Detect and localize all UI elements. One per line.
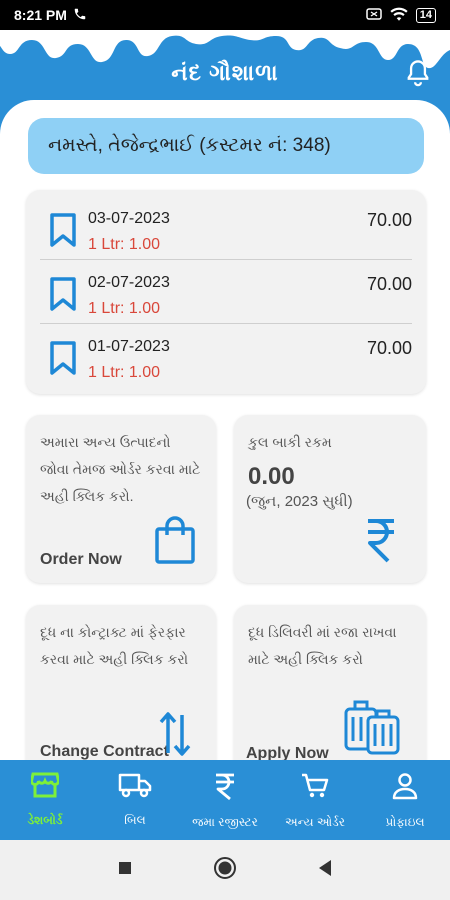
order-amount: 70.00 (366, 274, 412, 294)
cart-icon (300, 772, 330, 805)
change-contract-card[interactable]: દૂધ ના કોન્ટ્રાક્ટ માં ફેરફાર કરવા માટે … (26, 605, 216, 760)
rupee-icon (213, 772, 237, 805)
truck-icon (118, 772, 152, 803)
apply-leave-card[interactable]: દૂધ ડિલિવરી માં રજા રાખવા માટે અહી ક્લિક… (234, 605, 426, 760)
bookmark-icon (48, 212, 78, 253)
balance-card[interactable]: કુલ બાકી રકમ 0.00 (જુન, 2023 સુધી) (234, 415, 426, 583)
nav-other-orders[interactable]: અન્ય ઓર્ડર (270, 760, 360, 840)
nav-label: અન્ય ઓર્ડર (285, 815, 345, 829)
luggage-icon (342, 697, 404, 760)
nav-bill[interactable]: બિલ (90, 760, 180, 840)
status-time: 8:21 PM (14, 7, 67, 23)
wifi-icon (390, 7, 408, 24)
order-quantity: 1 Ltr: 1.00 (88, 364, 161, 381)
order-now-description: અમારા અન્ય ઉત્પાદનો જોવા તેમજ ઓર્ડર કરવા… (40, 434, 201, 504)
order-quantity: 1 Ltr: 1.00 (88, 236, 161, 253)
battery-indicator: 14 (415, 7, 436, 23)
order-date: 02-07-2023 (88, 274, 170, 291)
apply-now-button[interactable]: Apply Now (246, 745, 329, 760)
change-contract-button[interactable]: Change Contract (40, 743, 169, 760)
order-row[interactable]: 01-07-2023 1 Ltr: 1.00 70.00 (34, 324, 418, 388)
status-bar: 8:21 PM 14 (0, 0, 450, 30)
shopping-bag-icon (154, 515, 196, 570)
bookmark-icon (48, 340, 78, 381)
balance-period: (જુન, 2023 સુધી) (246, 493, 353, 510)
app-title: નંદ ગૌશાળા (171, 60, 279, 85)
sim-icon (366, 7, 382, 23)
person-icon (392, 772, 418, 805)
order-quantity: 1 Ltr: 1.00 (88, 300, 161, 317)
nav-profile[interactable]: પ્રોફાઇલ (360, 760, 450, 840)
system-navigation-bar (0, 840, 450, 900)
apply-leave-description: દૂધ ડિલિવરી માં રજા રાખવા માટે અહી ક્લિક… (248, 624, 397, 667)
recent-orders-card: 03-07-2023 1 Ltr: 1.00 70.00 02-07-2023 … (26, 190, 426, 394)
greeting-banner: નમસ્તે, તેજેન્દ્રભાઈ (કસ્ટમર નં: 348) (28, 118, 424, 174)
rupee-icon (364, 515, 398, 568)
nav-label: પ્રોફાઇલ (385, 815, 425, 829)
notification-bell-icon[interactable] (404, 58, 432, 93)
nav-label: જમા રજીસ્ટર (192, 815, 258, 829)
bookmark-icon (48, 276, 78, 317)
store-icon (29, 772, 61, 803)
order-amount: 70.00 (366, 338, 412, 358)
order-now-card[interactable]: અમારા અન્ય ઉત્પાદનો જોવા તેમજ ઓર્ડર કરવા… (26, 415, 216, 583)
home-icon[interactable] (213, 856, 237, 885)
phone-icon (73, 7, 87, 24)
swap-arrows-icon (158, 709, 192, 760)
balance-label: કુલ બાકી રકમ (248, 434, 332, 450)
nav-label: ડેશબોર્ડ (27, 813, 63, 827)
recent-apps-icon[interactable] (117, 860, 133, 881)
nav-label: બિલ (124, 813, 146, 827)
order-date: 01-07-2023 (88, 338, 170, 355)
order-row[interactable]: 03-07-2023 1 Ltr: 1.00 70.00 (34, 196, 418, 260)
nav-dashboard[interactable]: ડેશબોર્ડ (0, 760, 90, 840)
back-icon[interactable] (317, 859, 333, 882)
balance-amount: 0.00 (248, 463, 295, 490)
dashboard-content: નમસ્તે, તેજેન્દ્રભાઈ (કસ્ટમર નં: 348) 03… (0, 100, 450, 760)
order-amount: 70.00 (366, 210, 412, 230)
nav-deposit-register[interactable]: જમા રજીસ્ટર (180, 760, 270, 840)
bottom-navigation: ડેશબોર્ડ બિલ જમા રજીસ્ટર અન્ય ઓર્ડર પ્રો… (0, 760, 450, 840)
order-row[interactable]: 02-07-2023 1 Ltr: 1.00 70.00 (34, 260, 418, 324)
order-now-button[interactable]: Order Now (40, 551, 122, 569)
change-contract-description: દૂધ ના કોન્ટ્રાક્ટ માં ફેરફાર કરવા માટે … (40, 624, 189, 667)
order-date: 03-07-2023 (88, 210, 170, 227)
